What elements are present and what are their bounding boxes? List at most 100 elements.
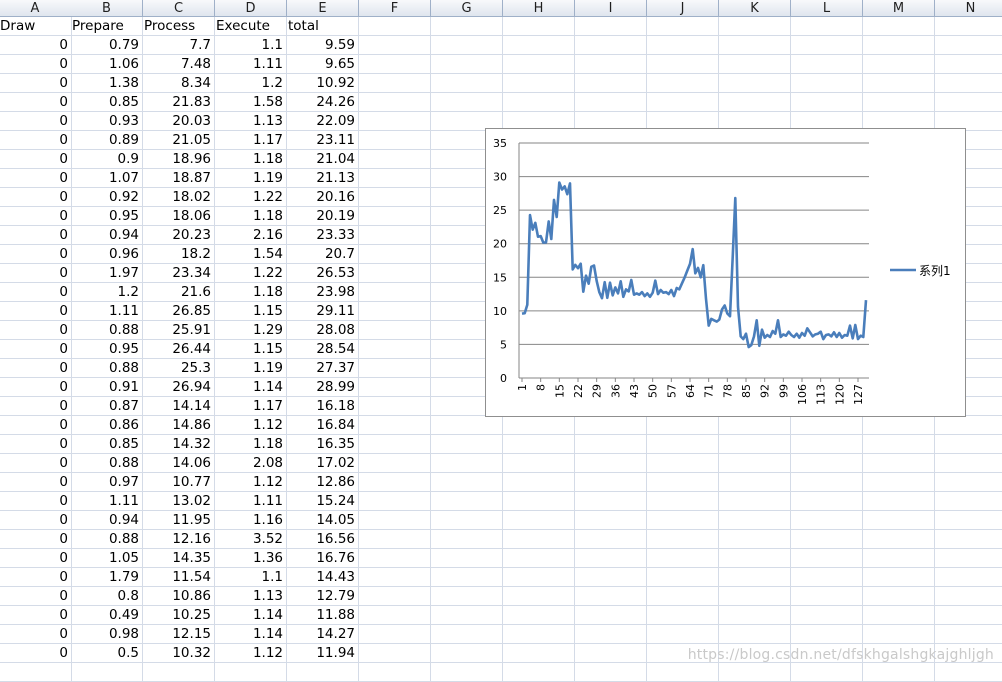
cell[interactable] <box>863 435 935 454</box>
cell[interactable] <box>359 169 431 188</box>
data-cell[interactable]: 20.19 <box>287 207 359 226</box>
data-cell[interactable]: 0 <box>0 321 72 340</box>
cell[interactable] <box>359 245 431 264</box>
cell[interactable] <box>791 625 863 644</box>
cell[interactable] <box>359 416 431 435</box>
data-cell[interactable]: 1.13 <box>215 587 287 606</box>
data-cell[interactable]: 0 <box>0 340 72 359</box>
cell[interactable] <box>71 663 143 682</box>
data-cell[interactable]: 26.44 <box>143 340 215 359</box>
cell[interactable] <box>575 530 647 549</box>
cell[interactable] <box>647 17 719 36</box>
cell[interactable] <box>791 416 863 435</box>
cell[interactable] <box>575 473 647 492</box>
cell[interactable] <box>359 55 431 74</box>
cell[interactable] <box>863 55 935 74</box>
cell[interactable] <box>575 416 647 435</box>
data-cell[interactable]: 12.15 <box>143 625 215 644</box>
data-cell[interactable]: 23.11 <box>287 131 359 150</box>
cell[interactable] <box>503 606 575 625</box>
cell[interactable] <box>431 625 503 644</box>
data-cell[interactable]: 0 <box>0 74 72 93</box>
cell[interactable] <box>863 663 935 682</box>
cell[interactable] <box>359 625 431 644</box>
data-cell[interactable]: 0.94 <box>71 226 143 245</box>
cell[interactable] <box>647 435 719 454</box>
data-cell[interactable]: 16.18 <box>287 397 359 416</box>
cell[interactable] <box>503 492 575 511</box>
data-cell[interactable]: 0 <box>0 454 72 473</box>
data-cell[interactable]: 21.6 <box>143 283 215 302</box>
data-cell[interactable]: 0 <box>0 245 72 264</box>
cell[interactable] <box>503 530 575 549</box>
cell[interactable] <box>719 473 791 492</box>
data-cell[interactable]: 20.03 <box>143 112 215 131</box>
data-cell[interactable]: 0 <box>0 188 72 207</box>
cell[interactable] <box>143 663 215 682</box>
column-header-m[interactable]: M <box>863 0 935 17</box>
data-cell[interactable]: 0 <box>0 644 72 663</box>
cell[interactable] <box>863 492 935 511</box>
cell[interactable] <box>431 530 503 549</box>
data-cell[interactable]: 1.11 <box>71 492 143 511</box>
cell[interactable] <box>719 454 791 473</box>
data-cell[interactable]: 0.97 <box>71 473 143 492</box>
data-cell[interactable]: 1.18 <box>215 435 287 454</box>
cell[interactable] <box>503 17 575 36</box>
cell[interactable] <box>935 549 1002 568</box>
data-cell[interactable]: 0 <box>0 416 72 435</box>
cell[interactable] <box>791 492 863 511</box>
cell[interactable] <box>575 435 647 454</box>
cell[interactable] <box>359 264 431 283</box>
cell[interactable] <box>575 17 647 36</box>
data-cell[interactable]: 1.07 <box>71 169 143 188</box>
data-cell[interactable]: 0.94 <box>71 511 143 530</box>
cell[interactable] <box>359 397 431 416</box>
cell[interactable] <box>719 416 791 435</box>
cell[interactable] <box>791 549 863 568</box>
data-cell[interactable]: 1.13 <box>215 112 287 131</box>
data-cell[interactable]: 12.79 <box>287 587 359 606</box>
data-cell[interactable]: 1.17 <box>215 131 287 150</box>
data-cell[interactable]: 1.1 <box>215 568 287 587</box>
cell[interactable] <box>935 435 1002 454</box>
data-cell[interactable]: 0.95 <box>71 207 143 226</box>
data-cell[interactable]: 0 <box>0 36 72 55</box>
column-header-h[interactable]: H <box>503 0 575 17</box>
cell[interactable] <box>719 17 791 36</box>
cell[interactable] <box>503 55 575 74</box>
data-cell[interactable]: 10.92 <box>287 74 359 93</box>
cell[interactable] <box>791 511 863 530</box>
cell[interactable] <box>863 587 935 606</box>
cell[interactable] <box>719 606 791 625</box>
data-cell[interactable]: 0.88 <box>71 321 143 340</box>
cell[interactable] <box>791 530 863 549</box>
cell[interactable] <box>359 74 431 93</box>
data-cell[interactable]: 20.7 <box>287 245 359 264</box>
cell[interactable] <box>503 435 575 454</box>
cell[interactable] <box>791 606 863 625</box>
cell[interactable] <box>359 473 431 492</box>
cell[interactable] <box>719 435 791 454</box>
cell[interactable] <box>791 663 863 682</box>
cell[interactable] <box>431 587 503 606</box>
data-cell[interactable]: 0 <box>0 302 72 321</box>
column-header-f[interactable]: F <box>359 0 431 17</box>
data-cell[interactable]: 16.35 <box>287 435 359 454</box>
data-cell[interactable]: 14.32 <box>143 435 215 454</box>
data-cell[interactable]: 26.94 <box>143 378 215 397</box>
cell[interactable] <box>935 511 1002 530</box>
column-header-a[interactable]: A <box>0 0 72 17</box>
data-cell[interactable]: 25.3 <box>143 359 215 378</box>
cell[interactable] <box>647 74 719 93</box>
data-cell[interactable]: 2.08 <box>215 454 287 473</box>
cell[interactable] <box>791 36 863 55</box>
cell[interactable] <box>431 435 503 454</box>
data-cell[interactable]: 12.16 <box>143 530 215 549</box>
data-cell[interactable]: 13.02 <box>143 492 215 511</box>
data-cell[interactable]: 0.85 <box>71 93 143 112</box>
column-header-c[interactable]: C <box>143 0 215 17</box>
column-header-d[interactable]: D <box>215 0 287 17</box>
data-cell[interactable]: 0 <box>0 435 72 454</box>
data-cell[interactable]: 0.79 <box>71 36 143 55</box>
